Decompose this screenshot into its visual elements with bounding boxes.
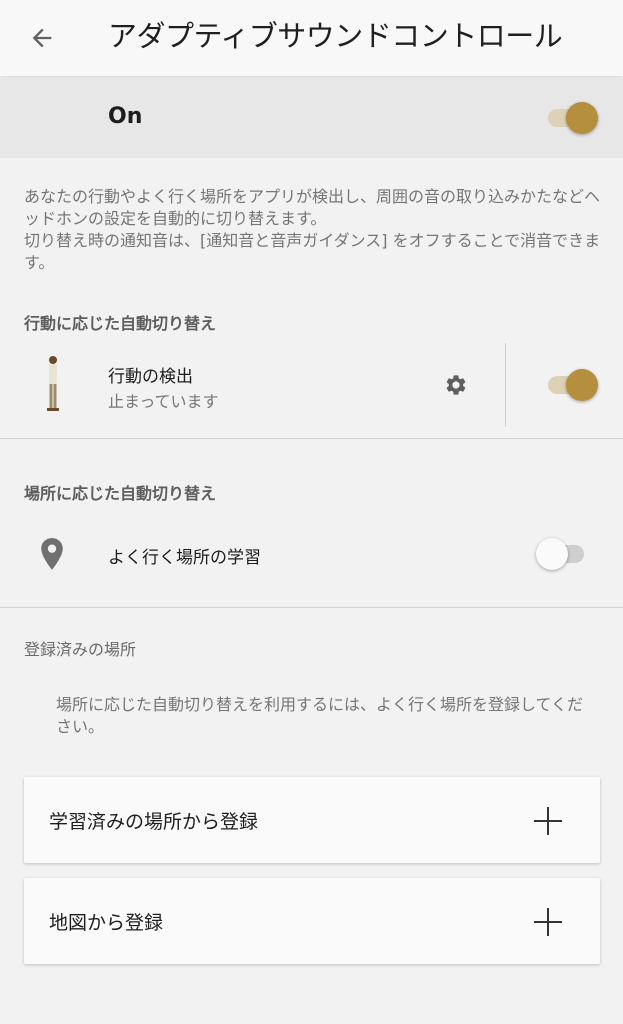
vertical-divider [505, 343, 506, 427]
page-title: アダプティブサウンドコントロール [108, 19, 563, 53]
toggle-thumb [566, 102, 598, 134]
master-switch-label: On [108, 104, 143, 129]
section-divider [0, 438, 623, 439]
section-divider [0, 607, 623, 608]
activity-status: 止まっています [108, 392, 219, 411]
feature-description: あなたの行動やよく行く場所をアプリが検出し、周囲の音の取り込みかたなどヘッドホン… [24, 186, 604, 274]
toggle-thumb [536, 538, 568, 570]
arrow-left-icon [32, 28, 52, 48]
plus-icon [534, 908, 562, 936]
master-toggle[interactable] [548, 100, 598, 136]
register-from-map-button[interactable]: 地図から登録 [24, 878, 600, 964]
card-label: 地図から登録 [49, 912, 164, 934]
activity-section-header: 行動に応じた自動切り替え [24, 314, 217, 333]
plus-icon [534, 807, 562, 835]
place-section-header: 場所に応じた自動切り替え [24, 484, 217, 503]
gear-icon[interactable] [444, 373, 468, 397]
place-learning-toggle[interactable] [536, 536, 590, 572]
activity-detection-toggle[interactable] [548, 367, 598, 403]
card-label: 学習済みの場所から登録 [49, 811, 259, 833]
registered-places-note: 場所に応じた自動切り替えを利用するには、よく行く場所を登録してください。 [56, 695, 584, 736]
back-button[interactable] [22, 18, 62, 58]
location-pin-icon [41, 538, 63, 570]
register-from-learned-button[interactable]: 学習済みの場所から登録 [24, 777, 600, 863]
standing-person-icon [47, 356, 59, 411]
place-learning-title: よく行く場所の学習 [108, 548, 261, 568]
description-text: あなたの行動やよく行く場所をアプリが検出し、周囲の音の取り込みかたなどヘッドホン… [24, 187, 601, 272]
registered-places-header: 登録済みの場所 [24, 640, 137, 659]
app-bar: アダプティブサウンドコントロール [0, 0, 623, 76]
master-switch-row[interactable]: On [0, 78, 623, 158]
toggle-thumb [566, 369, 598, 401]
activity-detection-title: 行動の検出 [108, 367, 193, 387]
